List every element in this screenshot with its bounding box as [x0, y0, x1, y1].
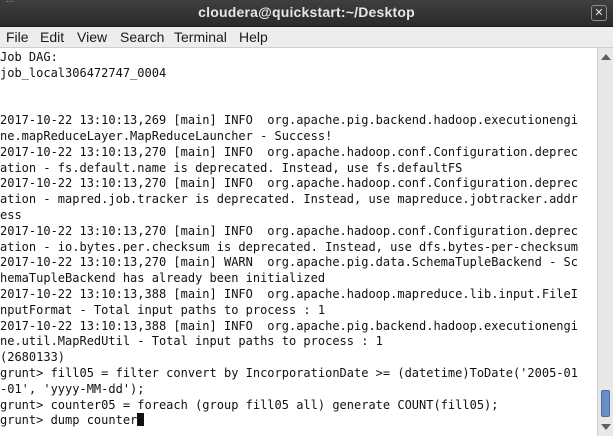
close-button[interactable]: ✕	[591, 5, 607, 21]
terminal-window: ... cloudera@quickstart:~/Desktop ✕ File…	[0, 0, 613, 436]
terminal-current-input[interactable]: grunt> dump counter	[0, 413, 137, 427]
text-cursor	[137, 413, 145, 427]
close-icon: ✕	[594, 6, 604, 19]
terminal-line: 2017-10-22 13:10:13,270 [main] INFO org.…	[0, 176, 578, 191]
vertical-scrollbar[interactable]	[597, 48, 613, 436]
menu-edit[interactable]: Edit	[40, 28, 64, 46]
menu-bar: File Edit View Search Terminal Help	[0, 27, 613, 48]
terminal-line: ne.util.MapRedUtil - Total input paths t…	[0, 334, 383, 349]
terminal-line: 2017-10-22 13:10:13,388 [main] INFO org.…	[0, 286, 578, 301]
terminal-line: -01', 'yyyy-MM-dd');	[0, 381, 145, 396]
scrollbar-thumb[interactable]	[601, 390, 610, 417]
title-bar[interactable]: ... cloudera@quickstart:~/Desktop ✕	[0, 0, 613, 27]
terminal-line: ess	[0, 207, 22, 222]
terminal-output[interactable]: Job DAG: job_local306472747_0004 2017-10…	[0, 48, 597, 436]
terminal-line: 2017-10-22 13:10:13,270 [main] WARN org.…	[0, 255, 578, 270]
terminal-line: 2017-10-22 13:10:13,270 [main] INFO org.…	[0, 144, 578, 159]
terminal-line: 2017-10-22 13:10:13,269 [main] INFO org.…	[0, 113, 578, 128]
terminal-line: 2017-10-22 13:10:13,388 [main] INFO org.…	[0, 318, 578, 333]
terminal-line: ation - mapred.job.tracker is deprecated…	[0, 192, 578, 207]
terminal-line: grunt> counter05 = foreach (group fill05…	[0, 397, 499, 412]
menu-view[interactable]: View	[77, 28, 107, 46]
terminal-line: (2680133)	[0, 350, 66, 365]
window-title: cloudera@quickstart:~/Desktop	[198, 4, 415, 20]
menu-file[interactable]: File	[6, 28, 29, 46]
scroll-down-arrow-icon[interactable]	[601, 424, 611, 430]
terminal-line: hemaTupleBackend has already been initia…	[0, 271, 326, 286]
menu-search[interactable]: Search	[120, 28, 164, 46]
terminal-line: ation - fs.default.name is deprecated. I…	[0, 160, 463, 175]
terminal-line: 2017-10-22 13:10:13,270 [main] INFO org.…	[0, 223, 578, 238]
terminal-prompt-line[interactable]: grunt> dump counter	[0, 413, 597, 429]
terminal-line: ation - io.bytes.per.checksum is depreca…	[0, 239, 578, 254]
menu-help[interactable]: Help	[239, 28, 268, 46]
terminal-line: job_local306472747_0004	[0, 65, 167, 80]
menu-terminal[interactable]: Terminal	[174, 28, 227, 46]
terminal-line: nputFormat - Total input paths to proces…	[0, 302, 326, 317]
terminal-line: ne.mapReduceLayer.MapReduceLauncher - Su…	[0, 128, 333, 143]
terminal-line: Job DAG:	[0, 50, 58, 64]
terminal-lines: Job DAG: job_local306472747_0004 2017-10…	[0, 50, 597, 429]
scroll-up-arrow-icon[interactable]	[601, 54, 611, 60]
terminal-line: grunt> fill05 = filter convert by Incorp…	[0, 365, 578, 380]
